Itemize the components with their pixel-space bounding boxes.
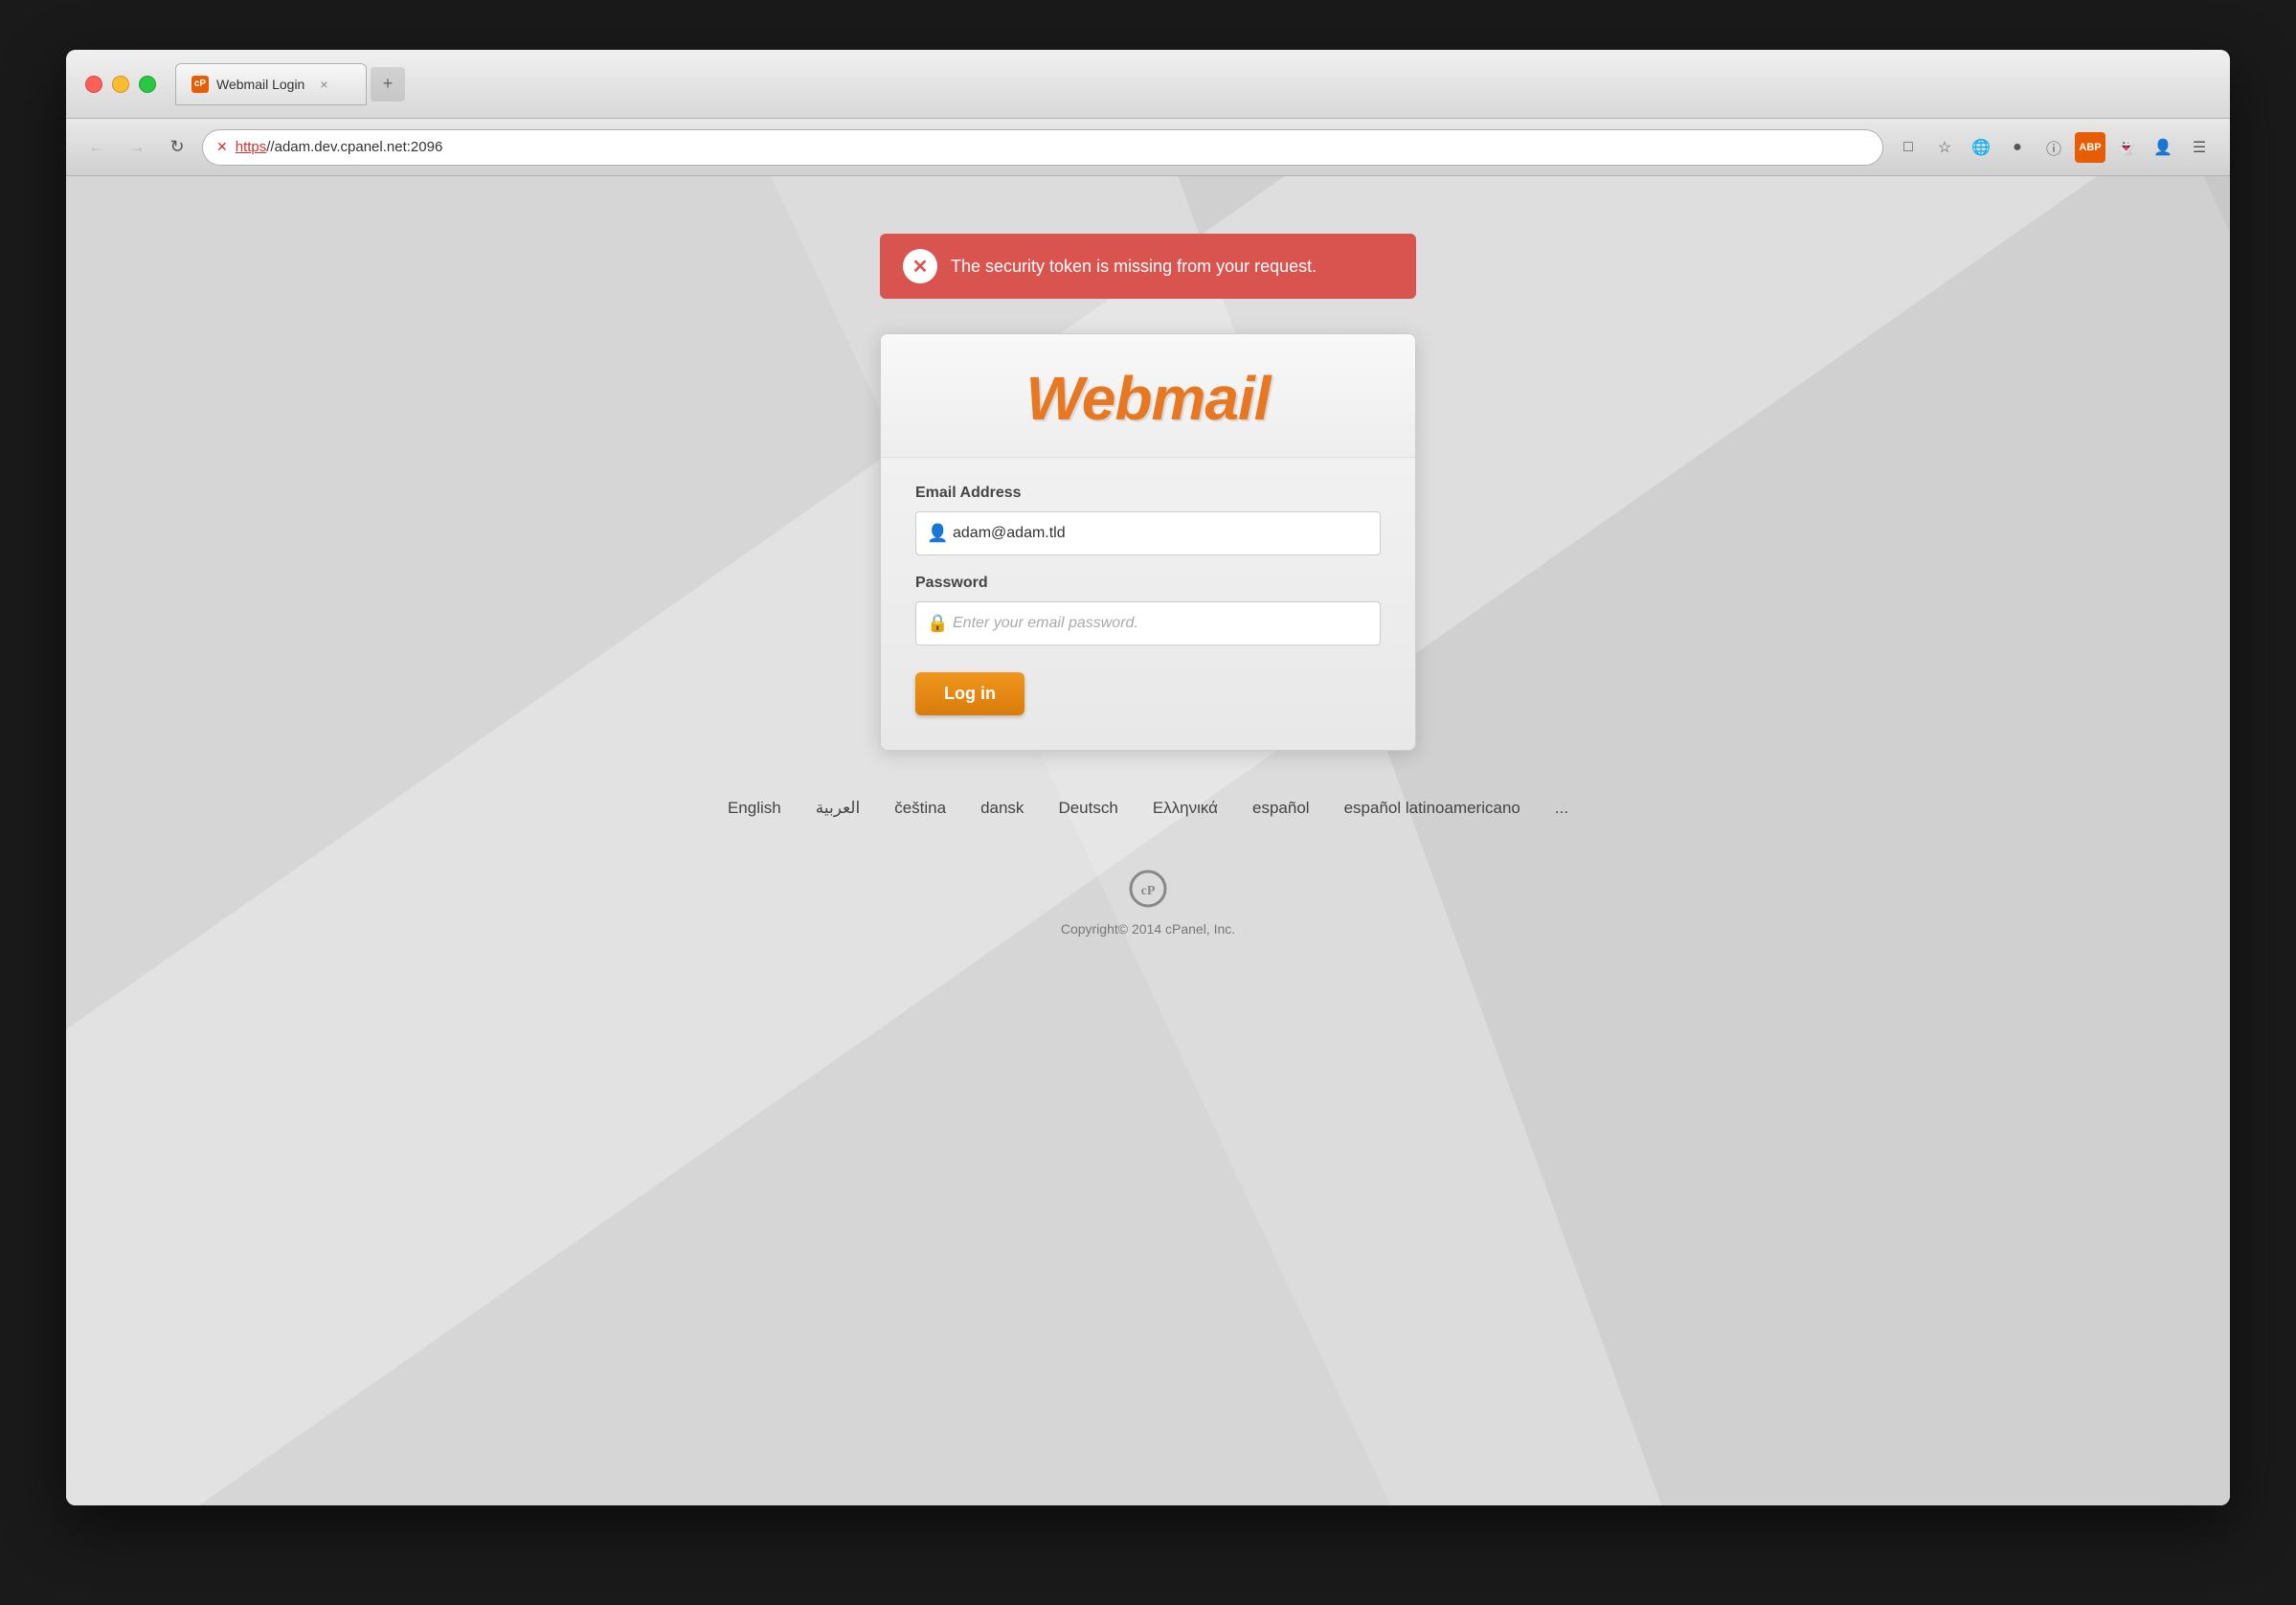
ghost-icon[interactable]: 👻 (2111, 132, 2142, 163)
color-icon[interactable]: ● (2002, 132, 2033, 163)
back-button[interactable]: ← (81, 132, 112, 163)
protocol-text: https (236, 139, 267, 155)
lang-arabic[interactable]: العربية (816, 799, 860, 818)
email-input[interactable] (915, 511, 1381, 555)
email-input-wrapper: 👤 (915, 511, 1381, 555)
password-input-wrapper: 🔒 (915, 601, 1381, 645)
forward-button[interactable]: → (122, 132, 152, 163)
user-icon: 👤 (927, 524, 948, 544)
tab-bar: cP Webmail Login × + (175, 63, 2211, 105)
tab-favicon: cP (191, 76, 209, 93)
minimize-button[interactable] (112, 76, 129, 93)
browser-toolbar: ← → ↻ ✕ https//adam.dev.cpanel.net:2096 … (66, 119, 2230, 176)
lang-more[interactable]: ... (1555, 799, 1568, 818)
toolbar-icons: □ ☆ 🌐 ● ⓘ ABP 👻 👤 ☰ (1893, 132, 2215, 163)
page-background: ✕ The security token is missing from you… (66, 176, 2230, 1505)
language-bar: English العربية čeština dansk Deutsch Ελ… (728, 799, 1568, 818)
lang-english[interactable]: English (728, 799, 781, 818)
login-button[interactable]: Log in (915, 672, 1024, 715)
page-footer: cP Copyright© 2014 cPanel, Inc. (1061, 866, 1235, 937)
lock-field-icon: 🔒 (927, 614, 948, 634)
maximize-button[interactable] (139, 76, 156, 93)
password-input[interactable] (915, 601, 1381, 645)
lang-german[interactable]: Deutsch (1058, 799, 1117, 818)
reload-button[interactable]: ↻ (162, 132, 192, 163)
new-tab-button[interactable]: + (371, 67, 405, 102)
traffic-lights (85, 76, 156, 93)
password-label: Password (915, 575, 1381, 592)
info-icon[interactable]: ⓘ (2038, 132, 2069, 163)
lang-spanish-latin[interactable]: español latinoamericano (1344, 799, 1520, 818)
tab-close-icon[interactable]: × (320, 77, 327, 92)
tab-title: Webmail Login (216, 77, 304, 92)
active-tab[interactable]: cP Webmail Login × (175, 63, 367, 105)
login-body: Email Address 👤 Password 🔒 Log in (881, 458, 1415, 750)
email-label: Email Address (915, 485, 1381, 502)
error-banner: ✕ The security token is missing from you… (880, 234, 1416, 299)
person-icon[interactable]: 👤 (2148, 132, 2178, 163)
adblock-icon[interactable]: ABP (2075, 132, 2105, 163)
login-header: Webmail (881, 334, 1415, 458)
browser-window: cP Webmail Login × + ← → ↻ ✕ https//adam… (66, 50, 2230, 1505)
browser-content: ✕ The security token is missing from you… (66, 176, 2230, 1505)
bookmark-icon[interactable]: ☆ (1929, 132, 1960, 163)
address-bar[interactable]: ✕ https//adam.dev.cpanel.net:2096 (202, 129, 1883, 166)
footer-copyright: Copyright© 2014 cPanel, Inc. (1061, 921, 1235, 937)
close-button[interactable] (85, 76, 102, 93)
tabs-icon[interactable]: □ (1893, 132, 1924, 163)
error-message: The security token is missing from your … (951, 257, 1317, 277)
error-icon: ✕ (903, 249, 937, 283)
lang-czech[interactable]: čeština (894, 799, 946, 818)
password-section: Password 🔒 (915, 575, 1381, 645)
translate-icon[interactable]: 🌐 (1966, 132, 1996, 163)
lang-greek[interactable]: Ελληνικά (1153, 799, 1218, 818)
cpanel-logo-svg: cP (1127, 868, 1169, 910)
webmail-title: Webmail (900, 363, 1396, 434)
lang-danish[interactable]: dansk (980, 799, 1024, 818)
address-text: https//adam.dev.cpanel.net:2096 (236, 139, 1869, 155)
menu-icon[interactable]: ☰ (2184, 132, 2215, 163)
svg-text:cP: cP (1141, 884, 1156, 898)
lang-spanish[interactable]: español (1252, 799, 1310, 818)
browser-titlebar: cP Webmail Login × + (66, 50, 2230, 119)
login-box: Webmail Email Address 👤 Password 🔒 (880, 333, 1416, 751)
cpanel-logo: cP (1125, 866, 1171, 912)
lock-icon: ✕ (216, 139, 228, 155)
